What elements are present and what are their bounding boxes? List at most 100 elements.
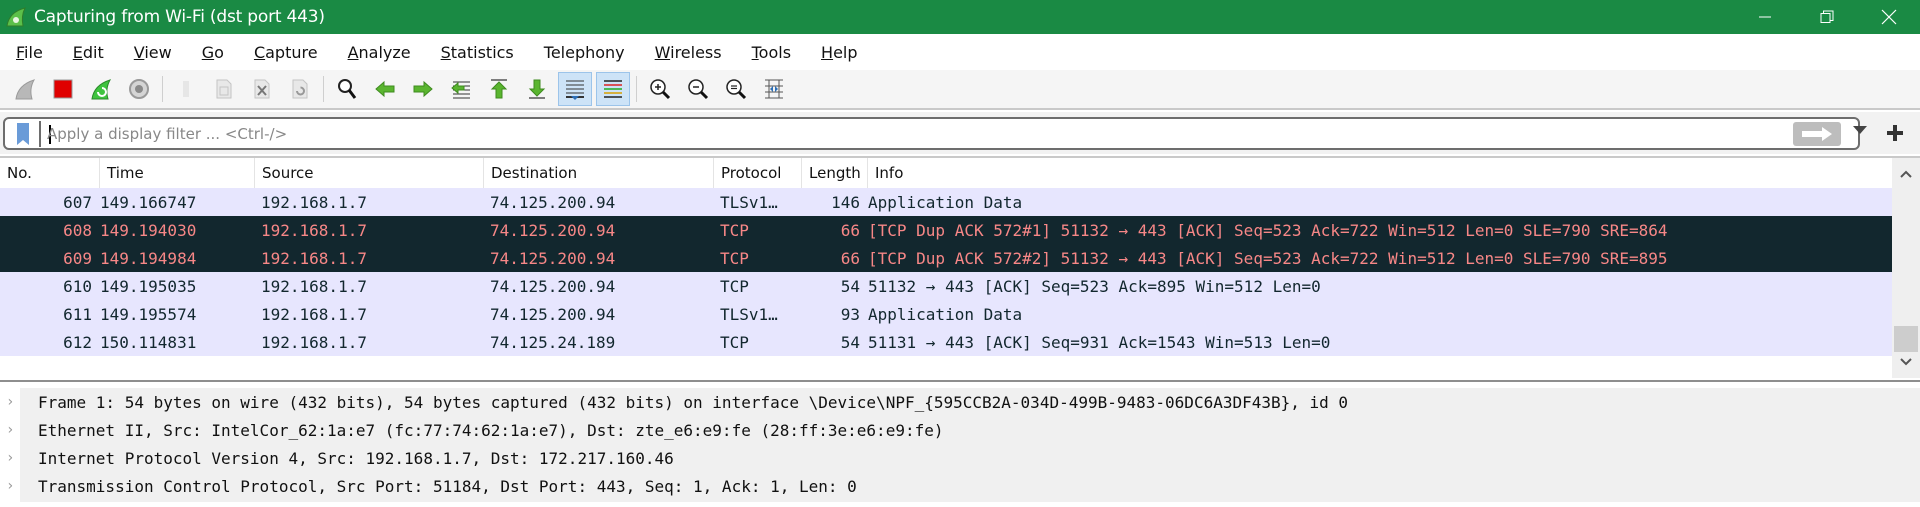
packet-cell-length: 146: [831, 192, 860, 212]
packet-cell-info: Application Data: [868, 304, 1023, 324]
reload-file-button[interactable]: [283, 72, 317, 106]
colorize-button[interactable]: [596, 72, 630, 106]
packet-details: › Frame 1: 54 bytes on wire (432 bits), 5…: [0, 380, 1920, 507]
menu-edit[interactable]: Edit: [73, 43, 104, 62]
menu-go[interactable]: Go: [202, 43, 224, 62]
packet-cell-info: [TCP Dup ACK 572#1] 51132 → 443 [ACK] Se…: [868, 220, 1668, 240]
menu-view[interactable]: View: [134, 43, 172, 62]
start-capture-button[interactable]: [8, 72, 42, 106]
expand-chevron-icon[interactable]: ›: [6, 472, 16, 500]
packet-cell-protocol: TLSv1…: [720, 192, 778, 212]
packet-row[interactable]: 610 149.195035 192.168.1.7 74.125.200.94 TCP…: [0, 272, 1892, 300]
autoscroll-icon: [566, 80, 584, 100]
packet-cell-length: 54: [840, 276, 860, 296]
scroll-up-button[interactable]: [1898, 166, 1914, 182]
menu-wireless[interactable]: Wireless: [655, 43, 722, 62]
menu-help[interactable]: Help: [821, 43, 857, 62]
restart-capture-button[interactable]: [84, 72, 118, 106]
close-button[interactable]: [1858, 0, 1920, 34]
column-header-time[interactable]: Time: [100, 158, 255, 188]
detail-tree-item[interactable]: › Internet Protocol Version 4, Src: 192.1…: [6, 444, 674, 472]
resize-columns-button[interactable]: [757, 72, 791, 106]
packet-cell-info: 51131 → 443 [ACK] Seq=931 Ack=1543 Win=5…: [868, 332, 1331, 352]
packet-cell-info: [TCP Dup ACK 572#2] 51132 → 443 [ACK] Se…: [868, 248, 1668, 268]
detail-text: Transmission Control Protocol, Src Port:…: [38, 476, 857, 496]
packet-cell-time: 149.194030: [100, 220, 197, 240]
packet-cell-destination: 74.125.200.94: [490, 192, 616, 212]
expand-chevron-icon[interactable]: ›: [6, 444, 16, 472]
normal-size-button[interactable]: [719, 72, 753, 106]
chevron-up-icon: [1900, 170, 1912, 178]
wireshark-capturing-icon: [3, 4, 29, 30]
detail-tree-item[interactable]: › Transmission Control Protocol, Src Port…: [6, 472, 857, 500]
packet-cell-destination: 74.125.200.94: [490, 220, 616, 240]
menu-statistics[interactable]: Statistics: [441, 43, 514, 62]
capture-options-button[interactable]: [122, 72, 156, 106]
column-header-info[interactable]: Info: [868, 158, 1892, 188]
packet-cell-source: 192.168.1.7: [261, 220, 367, 240]
find-packet-button[interactable]: [330, 72, 364, 106]
packet-cell-destination: 74.125.200.94: [490, 276, 616, 296]
packet-cell-no: 607: [63, 192, 92, 212]
go-to-packet-button[interactable]: [444, 72, 478, 106]
close-file-button[interactable]: [245, 72, 279, 106]
close-file-icon: [254, 79, 270, 99]
packet-cell-protocol: TCP: [720, 276, 749, 296]
packet-cell-no: 611: [63, 304, 92, 324]
packet-row[interactable]: 608 149.194030 192.168.1.7 74.125.200.94 TCP…: [0, 216, 1892, 244]
packet-cell-time: 149.195035: [100, 276, 197, 296]
open-file-icon: [183, 81, 189, 97]
expand-chevron-icon[interactable]: ›: [6, 416, 16, 444]
menu-capture[interactable]: Capture: [254, 43, 318, 62]
column-header-length[interactable]: Length: [802, 158, 868, 188]
filter-bookmark-button[interactable]: [7, 121, 41, 147]
packet-details-tree: › Frame 1: 54 bytes on wire (432 bits), 5…: [6, 388, 1920, 502]
column-header-protocol[interactable]: Protocol: [714, 158, 802, 188]
packet-cell-length: 66: [840, 248, 860, 268]
restart-capture-icon: [91, 79, 112, 100]
apply-filter-button[interactable]: [1793, 122, 1841, 146]
scroll-down-button[interactable]: [1898, 354, 1914, 370]
go-last-packet-button[interactable]: [520, 72, 554, 106]
go-first-packet-button[interactable]: [482, 72, 516, 106]
packet-cell-time: 149.194984: [100, 248, 197, 268]
zoom-out-button[interactable]: [681, 72, 715, 106]
packet-row[interactable]: 607 149.166747 192.168.1.7 74.125.200.94 TLS…: [0, 188, 1892, 216]
open-file-button[interactable]: [169, 72, 203, 106]
filter-history-dropdown[interactable]: [1853, 126, 1867, 134]
scrollbar-thumb[interactable]: [1894, 326, 1918, 352]
stop-capture-button[interactable]: [46, 72, 80, 106]
detail-tree-item[interactable]: › Ethernet II, Src: IntelCor_62:1a:e7 (fc…: [6, 416, 943, 444]
packet-list-header: No. Time Source Destination Protocol Len…: [0, 158, 1892, 188]
go-back-button[interactable]: [368, 72, 402, 106]
packet-row[interactable]: 609 149.194984 192.168.1.7 74.125.200.94 TCP…: [0, 244, 1892, 272]
packet-list: No. Time Source Destination Protocol Len…: [0, 156, 1920, 378]
save-file-icon: [216, 79, 232, 99]
packet-cell-length: 93: [840, 304, 860, 324]
column-header-no[interactable]: No.: [0, 158, 100, 188]
autoscroll-button[interactable]: [558, 72, 592, 106]
zoom-out-icon: [688, 79, 709, 100]
display-filter-bar: [0, 112, 1920, 154]
restore-button[interactable]: [1796, 0, 1858, 34]
menu-file[interactable]: File: [16, 43, 43, 62]
minimize-button[interactable]: [1734, 0, 1796, 34]
display-filter-input[interactable]: [47, 121, 1777, 147]
column-header-destination[interactable]: Destination: [484, 158, 714, 188]
save-file-button[interactable]: [207, 72, 241, 106]
expand-chevron-icon[interactable]: ›: [6, 388, 16, 416]
menu-analyze[interactable]: Analyze: [348, 43, 411, 62]
add-filter-button[interactable]: [1884, 122, 1906, 144]
normal-size-icon: [726, 79, 747, 100]
packet-row[interactable]: 611 149.195574 192.168.1.7 74.125.200.94 TLS…: [0, 300, 1892, 328]
packet-list-scrollbar[interactable]: [1892, 158, 1920, 378]
menu-tools[interactable]: Tools: [752, 43, 791, 62]
packet-row[interactable]: 612 150.114831 192.168.1.7 74.125.24.189 TCP…: [0, 328, 1892, 356]
bookmark-icon: [17, 123, 29, 145]
detail-tree-item[interactable]: › Frame 1: 54 bytes on wire (432 bits), 5…: [6, 388, 1348, 416]
go-forward-button[interactable]: [406, 72, 440, 106]
zoom-in-button[interactable]: [643, 72, 677, 106]
column-header-source[interactable]: Source: [255, 158, 484, 188]
packet-cell-time: 149.195574: [100, 304, 197, 324]
menu-telephony[interactable]: Telephony: [544, 43, 625, 62]
